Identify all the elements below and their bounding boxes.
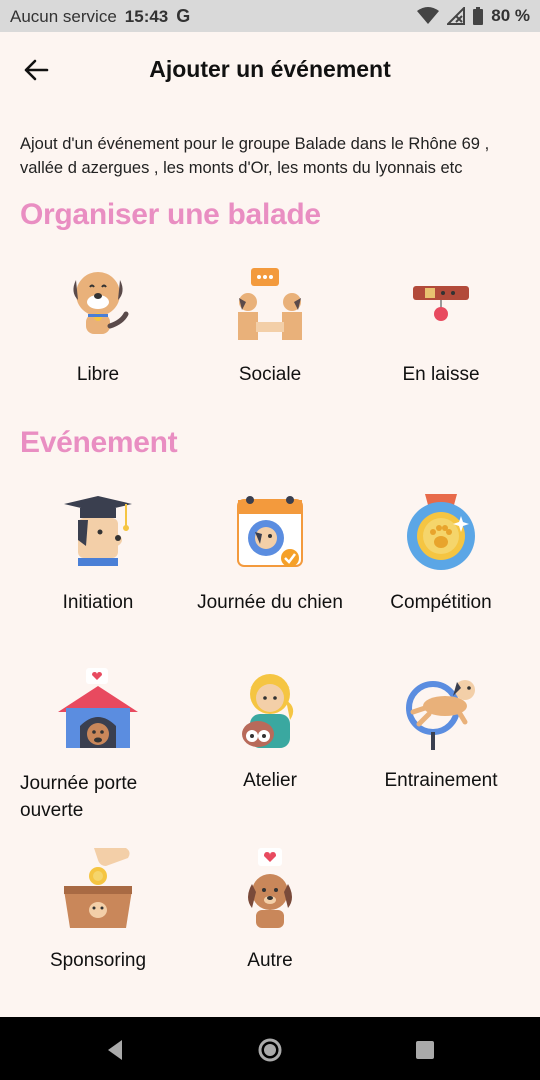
- group-description: Ajout d'un événement pour le groupe Bala…: [20, 135, 490, 177]
- medal-icon: [407, 494, 475, 570]
- nav-recents-icon[interactable]: [410, 1035, 440, 1065]
- section-title-organiser: Organiser une balade: [20, 198, 321, 231]
- page-title: Ajouter un événement: [149, 56, 391, 82]
- option-journee-du-chien[interactable]: Journée du chien: [184, 490, 356, 614]
- dog-heart-icon: [248, 848, 292, 928]
- carrier-text: Aucun service: [10, 6, 117, 26]
- option-autre[interactable]: Autre: [184, 848, 356, 972]
- google-icon: G: [176, 6, 191, 26]
- battery-icon: [473, 7, 484, 25]
- battery-text: 80 %: [491, 6, 530, 25]
- time-text: 15:43: [124, 6, 169, 26]
- happy-dog-icon: [73, 272, 129, 334]
- option-label: Atelier: [243, 770, 297, 791]
- no-signal-icon: [447, 7, 466, 25]
- section-title-evenement: Evénement: [20, 426, 178, 459]
- dog-house-icon: [58, 668, 138, 748]
- option-label: Libre: [76, 364, 120, 385]
- option-sponsoring[interactable]: Sponsoring: [12, 848, 184, 972]
- option-sociale[interactable]: Sociale: [184, 262, 356, 386]
- girl-with-dog-icon: [242, 674, 294, 748]
- dog-collar-icon: [413, 286, 469, 321]
- option-initiation[interactable]: Initiation: [12, 490, 184, 614]
- graduation-dog-icon: [64, 496, 132, 566]
- option-label: Journée porte ouverte: [20, 773, 138, 821]
- option-entrainement[interactable]: Entrainement: [355, 668, 527, 792]
- nav-home-icon[interactable]: [255, 1035, 285, 1065]
- option-label: Entrainement: [384, 770, 498, 791]
- option-libre[interactable]: Libre: [12, 262, 184, 386]
- status-bar: Aucun service 15:43 G 80 %: [0, 0, 540, 32]
- social-dogs-icon: [238, 268, 302, 340]
- option-label: Autre: [247, 950, 293, 971]
- option-label: Journée du chien: [197, 592, 343, 613]
- option-label: Sociale: [238, 364, 302, 385]
- wifi-icon: [417, 7, 440, 24]
- option-atelier[interactable]: Atelier: [184, 668, 356, 792]
- option-journee-porte-ouverte[interactable]: Journée porte ouverte: [12, 668, 184, 824]
- option-label: Compétition: [390, 592, 492, 613]
- calendar-dog-icon: [237, 496, 303, 567]
- option-label: Initiation: [62, 592, 134, 613]
- option-label: Sponsoring: [49, 950, 147, 971]
- app-header: Ajouter un événement: [0, 32, 540, 106]
- option-en-laisse[interactable]: En laisse: [355, 262, 527, 386]
- system-nav-bar: [0, 1017, 540, 1080]
- option-competition[interactable]: Compétition: [355, 490, 527, 614]
- donation-box-icon: [64, 848, 132, 928]
- option-label: En laisse: [402, 364, 480, 385]
- nav-back-icon[interactable]: [100, 1035, 130, 1065]
- dog-jumping-hoop-icon: [406, 680, 475, 750]
